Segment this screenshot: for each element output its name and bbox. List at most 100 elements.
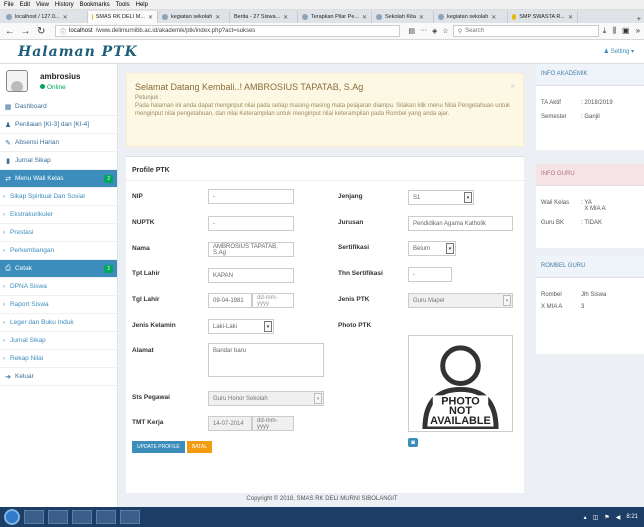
thn-sertifikasi-field[interactable]: - <box>408 267 452 282</box>
info-akademik-box: INFO AKADEMIK TA Aktif: 2018/2019 Semest… <box>536 64 644 150</box>
sidebar-item-jurnal-sikap[interactable]: ▮ Jurnal Sikap <box>0 152 117 170</box>
tab-close-icon[interactable]: ✕ <box>491 14 496 21</box>
sidebar-item-keluar[interactable]: ➜ Keluar <box>0 368 117 386</box>
browser-tab[interactable]: kegiatan sekolah ✕ <box>158 11 230 23</box>
menu-history[interactable]: History <box>55 2 74 8</box>
toolbar-icons: ⤓ ⫼ ▣ » <box>603 26 640 36</box>
rombel-guru-box: ROMBEL GURU Rombel Jlh Siswa X MIA A3 <box>536 256 644 354</box>
address-bar[interactable]: ⓘ localhost/www.delimurnibb.ac.id/akadem… <box>55 25 401 37</box>
new-tab-icon[interactable]: + <box>637 16 641 23</box>
search-icon: ⚲ <box>457 28 463 35</box>
alert-label: Petunjuk : <box>135 95 162 101</box>
menu-help[interactable]: Help <box>136 2 148 8</box>
url-actions: ▤ ··· ◈ ☆ <box>408 27 448 35</box>
right-column: INFO AKADEMIK TA Aktif: 2018/2019 Semest… <box>536 64 644 507</box>
browser-tab[interactable]: Terapkan Pilar Pe... ✕ <box>298 11 372 23</box>
reader-icon[interactable]: ▤ <box>408 27 415 35</box>
menu-bookmarks[interactable]: Bookmarks <box>80 2 110 8</box>
pocket-icon[interactable]: ◈ <box>432 27 437 35</box>
sidebar-item-leger[interactable]: › Leger dan Buku Induk <box>0 314 117 332</box>
browser-tab[interactable]: Sekolah Kita ✕ <box>372 11 434 23</box>
menu-view[interactable]: View <box>36 2 49 8</box>
back-icon[interactable]: ← <box>4 26 16 37</box>
tab-close-icon[interactable]: ✕ <box>419 14 424 21</box>
clock[interactable]: 8:21 <box>626 514 638 520</box>
nama-field[interactable]: AMBROSIUS TAPATAB, S.Ag <box>208 242 294 257</box>
sidebar-item-penilaian[interactable]: ♟ Penilaian [KI-3] dan [KI-4] <box>0 116 117 134</box>
forward-icon[interactable]: → <box>20 26 32 37</box>
jenis-ptk-select[interactable]: Guru Mapel ▾ <box>408 293 513 308</box>
downloads-icon[interactable]: ⤓ <box>603 26 607 36</box>
camera-icon[interactable]: ◙ <box>408 438 418 447</box>
sidebar-item-sikap[interactable]: › Sikap Spiritual Dan Sosial <box>0 188 117 206</box>
online-dot-icon <box>40 83 45 89</box>
tmt-kerja-field[interactable]: 14-07-2014 <box>208 416 252 431</box>
sidebar-item-wali-kelas[interactable]: ⇄ Menu Wali Kelas 2 <box>0 170 117 188</box>
sidebar-item-cetak[interactable]: ⎙ Cetak 2 <box>0 260 117 278</box>
menu-tools[interactable]: Tools <box>116 2 130 8</box>
sts-pegawai-select[interactable]: Guru Honor Sekolah ▾ <box>208 391 324 406</box>
browser-tab[interactable]: kegiatan sekolah ✕ <box>434 11 508 23</box>
cancel-button[interactable]: BATAL <box>187 441 213 453</box>
more-icon[interactable]: ··· <box>420 27 427 35</box>
menu-file[interactable]: File <box>4 2 14 8</box>
reload-icon[interactable]: ↻ <box>35 26 47 37</box>
user-name: ambrosius <box>40 71 81 81</box>
alamat-textarea[interactable]: Bandar baru <box>208 343 324 377</box>
library-icon[interactable]: ⫼ <box>612 26 616 36</box>
bookmark-star-icon[interactable]: ☆ <box>442 27 448 35</box>
sidebar-item-perkembangan[interactable]: › Perkembangan <box>0 242 117 260</box>
browser-tab[interactable]: Berita - 27 Siswa... ✕ <box>230 11 298 23</box>
browser-tab-active[interactable]: SMAS RK DELI M... ✕ <box>88 11 158 23</box>
tab-close-icon[interactable]: ✕ <box>148 14 153 21</box>
search-input[interactable]: ⚲ Search <box>452 25 599 37</box>
tab-favicon-icon <box>6 14 12 20</box>
volume-icon[interactable]: ◀ <box>616 514 621 521</box>
jenjang-label: Jenjang <box>338 193 363 200</box>
sidebar-item-raport[interactable]: › Raport Siswa <box>0 296 117 314</box>
sidebar-item-jurnal-sikap-cetak[interactable]: › Jurnal Sikap <box>0 332 117 350</box>
browser-tab[interactable]: SMP SWASTA R... ✕ <box>508 11 578 23</box>
nip-field[interactable]: - <box>208 189 294 204</box>
taskbar-app-media[interactable] <box>96 510 116 524</box>
overflow-icon[interactable]: » <box>636 26 640 36</box>
sidebar-item-ekstrakurikuler[interactable]: › Ekstrakurikuler <box>0 206 117 224</box>
sidebar-item-dashboard[interactable]: ▦ Dashboard <box>0 98 117 116</box>
tab-favicon-icon <box>512 14 517 20</box>
tab-close-icon[interactable]: ✕ <box>568 14 573 21</box>
thn-sertifikasi-label: Thn Sertifikasi <box>338 270 383 277</box>
network-icon[interactable]: ◫ <box>593 514 599 521</box>
photo-placeholder: PHOTO NOT AVAILABLE <box>408 335 513 432</box>
info-guru-box: INFO GURU Wali Kelas: YA X MIA A Guru BK:… <box>536 164 644 248</box>
browser-tabbar: localhost / 127.0... ✕ SMAS RK DELI M... ✕… <box>0 10 644 23</box>
sidebar-item-rekap-nilai[interactable]: › Rekap Nilai <box>0 350 117 368</box>
jurusan-field[interactable]: Pendidikan Agama Katholik <box>408 216 513 231</box>
nuptk-field[interactable]: - <box>208 216 294 231</box>
jenjang-select[interactable]: S1 ▾ <box>408 190 474 205</box>
tab-close-icon[interactable]: ✕ <box>215 14 220 21</box>
taskbar-app-explorer[interactable] <box>72 510 92 524</box>
start-button[interactable] <box>4 509 20 525</box>
sidebar-icon[interactable]: ▣ <box>622 26 630 36</box>
menu-edit[interactable]: Edit <box>20 2 30 8</box>
tab-close-icon[interactable]: ✕ <box>63 14 68 21</box>
sidebar-item-dpna[interactable]: › DPNA Siswa <box>0 278 117 296</box>
setting-button[interactable]: ♟ Setting ▾ <box>604 48 634 55</box>
info-guru-title: INFO GURU <box>536 164 644 186</box>
tab-close-icon[interactable]: ✕ <box>362 14 367 21</box>
update-profile-button[interactable]: UPDATE PROFILE <box>132 441 185 453</box>
sidebar-item-absensi[interactable]: ✎ Absensi Harian <box>0 134 117 152</box>
sidebar-item-prestasi[interactable]: › Prestasi <box>0 224 117 242</box>
taskbar-app-chrome[interactable] <box>48 510 68 524</box>
tpt-lahir-field[interactable]: KAPAN <box>208 268 294 283</box>
taskbar-app-excel[interactable] <box>120 510 140 524</box>
tab-close-icon[interactable]: ✕ <box>283 14 288 21</box>
close-icon[interactable]: × <box>510 82 515 91</box>
tgl-lahir-field[interactable]: 09-04-1981 <box>208 293 252 308</box>
sertifikasi-select[interactable]: Belum ▾ <box>408 241 456 256</box>
browser-tab[interactable]: localhost / 127.0... ✕ <box>2 11 88 23</box>
flag-icon[interactable]: ⚑ <box>604 514 609 521</box>
tray-arrow-icon[interactable]: ▴ <box>584 514 587 521</box>
jenis-kelamin-select[interactable]: Laki-Laki ▾ <box>208 319 274 334</box>
taskbar-app-ie[interactable] <box>24 510 44 524</box>
